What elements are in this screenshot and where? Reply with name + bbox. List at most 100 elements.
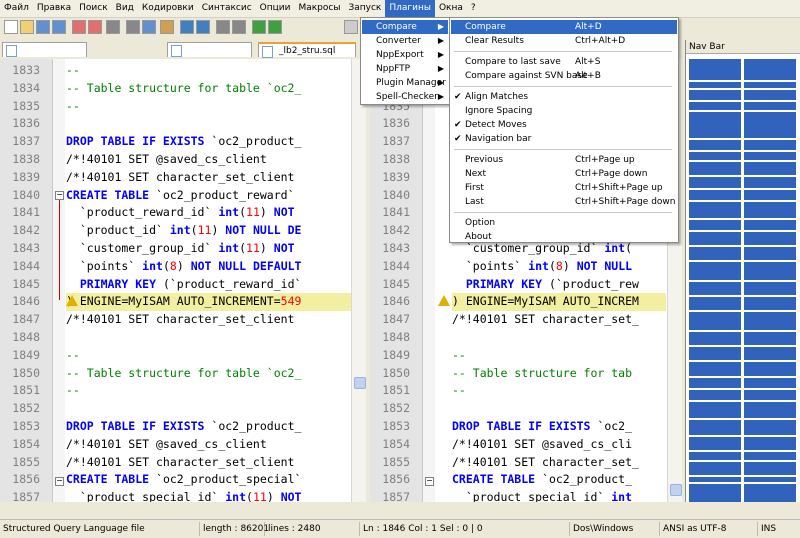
cut-icon[interactable] (126, 20, 140, 34)
code-line[interactable]: `customer_group_id` int(11) NOT (66, 240, 351, 258)
code-line[interactable]: -- (66, 347, 351, 365)
compare-menu-item[interactable]: Ignore Spacing (451, 104, 677, 118)
tab-left-1[interactable] (2, 42, 87, 57)
menu-3[interactable]: Вид (112, 0, 138, 17)
compare-menu-item[interactable]: First Ctrl+Shift+Page up (451, 181, 677, 195)
code-line[interactable] (66, 329, 351, 347)
plugins-menu-item[interactable]: NppExport ▶ (362, 48, 448, 62)
compare-menu-item[interactable]: Next Ctrl+Page down (451, 167, 677, 181)
code-line[interactable]: DROP TABLE IF EXISTS `oc2_product_ (66, 133, 351, 151)
code-line[interactable]: /*!40101 SET character_set_client (66, 454, 351, 472)
code-line[interactable]: -- Table structure for table `oc2_ (66, 365, 351, 383)
code-line[interactable]: /*!40101 SET character_set_client (66, 169, 351, 187)
menu-9[interactable]: Плагины (385, 0, 435, 17)
zoom-in-icon[interactable] (252, 20, 266, 34)
code-line[interactable]: PRIMARY KEY (`product_reward_id` (66, 276, 351, 294)
code-line[interactable]: `product_special_id` int(11) NOT (66, 489, 351, 502)
paste-icon[interactable] (160, 20, 174, 34)
scroll-thumb[interactable] (670, 484, 682, 496)
find-icon[interactable] (216, 20, 230, 34)
sync-icon[interactable] (344, 20, 358, 34)
menu-10[interactable]: Окна (435, 0, 467, 17)
code-line[interactable]: DROP TABLE IF EXISTS `oc2_ (452, 418, 666, 436)
menu-2[interactable]: Поиск (75, 0, 112, 17)
code-line[interactable] (452, 329, 666, 347)
code-line[interactable]: `points` int(8) NOT NULL (452, 258, 666, 276)
save-icon[interactable] (36, 20, 50, 34)
plugins-menu-item[interactable]: Spell-Checker ▶ (362, 90, 448, 104)
nav-bar-right-column[interactable] (744, 59, 796, 502)
compare-menu-item[interactable]: Option (451, 216, 677, 230)
plugins-menu-item[interactable]: Plugin Manager ▶ (362, 76, 448, 90)
code-line[interactable]: PRIMARY KEY (`product_rew (452, 276, 666, 294)
code-line[interactable]: -- Table structure for tab (452, 365, 666, 383)
open-icon[interactable] (20, 20, 34, 34)
fold-toggle-icon[interactable]: − (55, 191, 64, 200)
left-editor[interactable]: 1833 1834 1835 1836 1837 1838 1839 1840 1841 1842… (0, 59, 366, 502)
code-line[interactable]: /*!40101 SET character_set_ (452, 311, 666, 329)
close-icon[interactable] (72, 20, 86, 34)
code-line[interactable]: /*!40101 SET character_set_client (66, 311, 351, 329)
menu-1[interactable]: Правка (33, 0, 75, 17)
code-line[interactable]: /*!40101 SET character_set_ (452, 454, 666, 472)
code-line[interactable]: /*!40101 SET @saved_cs_client (66, 436, 351, 454)
copy-icon[interactable] (142, 20, 156, 34)
code-area[interactable]: -- -- Table structure for table `oc2_ -- DR… (66, 59, 351, 502)
close-all-icon[interactable] (88, 20, 102, 34)
menu-11[interactable]: ? (467, 0, 480, 17)
zoom-out-icon[interactable] (268, 20, 282, 34)
code-line[interactable]: -- (452, 347, 666, 365)
menu-8[interactable]: Запуск (344, 0, 385, 17)
code-line[interactable]: CREATE TABLE `oc2_product_special` (66, 471, 351, 489)
code-line[interactable] (66, 400, 351, 418)
compare-menu-item[interactable]: About (451, 230, 677, 244)
plugins-menu-item[interactable]: Converter ▶ (362, 34, 448, 48)
fold-toggle-icon[interactable]: − (55, 477, 64, 486)
left-vertical-scrollbar[interactable] (351, 59, 366, 502)
code-line[interactable]: -- (66, 382, 351, 400)
save-all-icon[interactable] (52, 20, 66, 34)
compare-menu-item[interactable]: Compare against SVN base Alt+B (451, 69, 677, 83)
code-line[interactable]: ) ENGINE=MyISAM AUTO_INCREMENT=549 (66, 293, 351, 312)
compare-menu-item[interactable]: Compare to last save Alt+S (451, 55, 677, 69)
compare-menu-item[interactable]: ✔ Align Matches (451, 90, 677, 104)
code-line[interactable]: `product_id` int(11) NOT NULL DE (66, 222, 351, 240)
tab-right-active[interactable]: _lb2_stru.sql (258, 42, 356, 58)
code-line[interactable]: -- Table structure for table `oc2_ (66, 80, 351, 98)
code-line[interactable] (66, 115, 351, 133)
compare-menu-item[interactable]: Previous Ctrl+Page up (451, 153, 677, 167)
code-line[interactable]: CREATE TABLE `oc2_product_reward` (66, 187, 351, 205)
menu-4[interactable]: Кодировки (138, 0, 198, 17)
new-icon[interactable] (4, 20, 18, 34)
fold-toggle-icon[interactable]: − (425, 477, 434, 486)
compare-menu-item[interactable]: Compare Alt+D (451, 20, 677, 34)
code-line[interactable]: ) ENGINE=MyISAM AUTO_INCREM (452, 293, 666, 312)
code-line[interactable]: /*!40101 SET @saved_cs_client (66, 151, 351, 169)
menu-5[interactable]: Синтаксис (198, 0, 256, 17)
code-line[interactable]: -- (66, 62, 351, 80)
tab-left-2[interactable] (167, 42, 252, 57)
compare-menu-item[interactable]: ✔ Detect Moves (451, 118, 677, 132)
print-icon[interactable] (106, 20, 120, 34)
compare-menu-item[interactable]: ✔ Navigation bar (451, 132, 677, 146)
code-line[interactable]: `product_reward_id` int(11) NOT (66, 204, 351, 222)
replace-icon[interactable] (232, 20, 246, 34)
code-line[interactable]: /*!40101 SET @saved_cs_cli (452, 436, 666, 454)
code-line[interactable]: -- (452, 382, 666, 400)
menu-7[interactable]: Макросы (294, 0, 344, 17)
compare-menu-item[interactable]: Last Ctrl+Shift+Page down (451, 195, 677, 209)
nav-bar-left-column[interactable] (689, 59, 741, 502)
compare-menu-item[interactable]: Clear Results Ctrl+Alt+D (451, 34, 677, 48)
code-line[interactable]: `product_special_id` int (452, 489, 666, 502)
undo-icon[interactable] (180, 20, 194, 34)
code-line[interactable] (452, 400, 666, 418)
menu-6[interactable]: Опции (256, 0, 295, 17)
redo-icon[interactable] (196, 20, 210, 34)
menu-0[interactable]: Файл (0, 0, 33, 17)
scroll-thumb[interactable] (354, 377, 366, 389)
code-line[interactable]: -- (66, 98, 351, 116)
plugins-menu-item[interactable]: NppFTP ▶ (362, 62, 448, 76)
plugins-menu-item[interactable]: Compare ▶ (362, 20, 448, 34)
code-line[interactable]: CREATE TABLE `oc2_product_ (452, 471, 666, 489)
code-line[interactable]: `points` int(8) NOT NULL DEFAULT (66, 258, 351, 276)
